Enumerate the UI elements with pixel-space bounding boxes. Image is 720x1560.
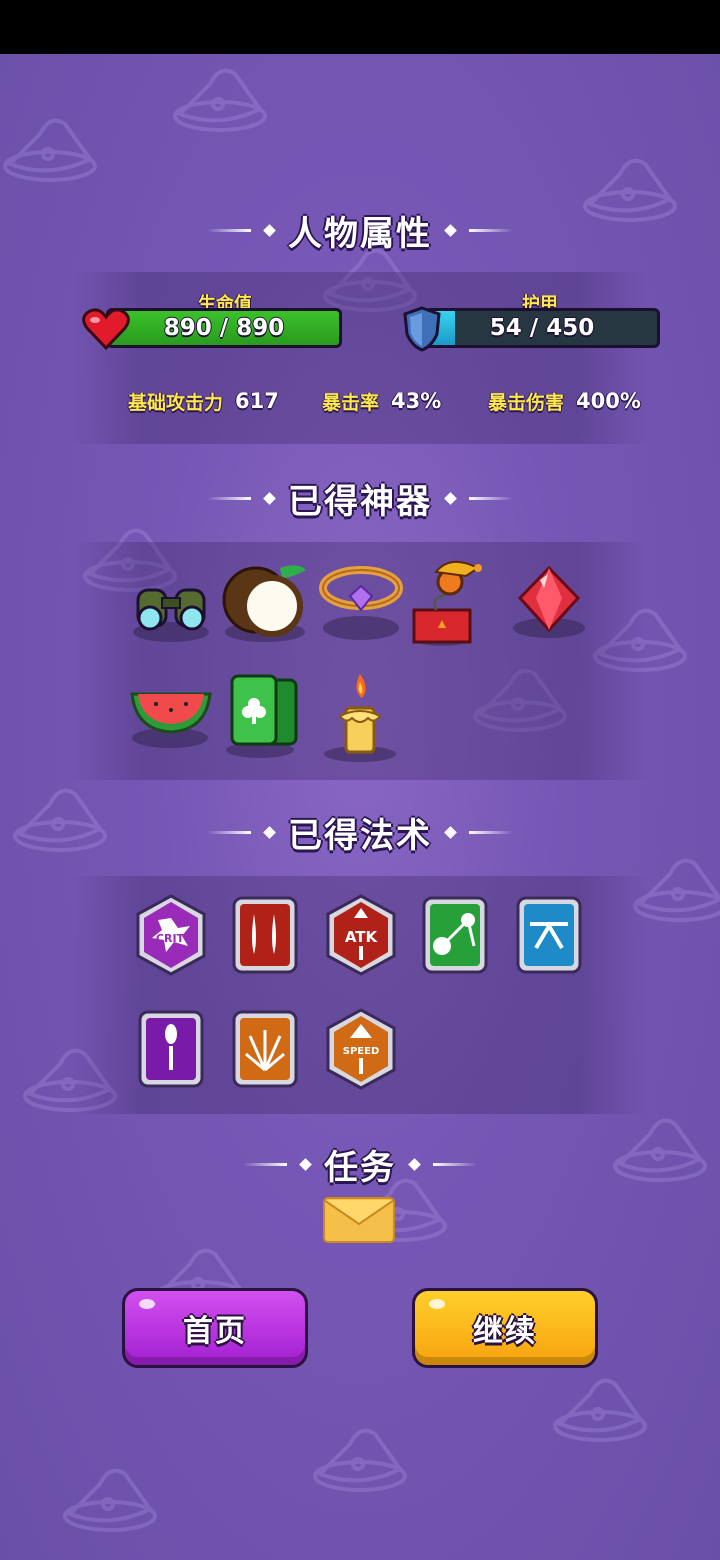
health-bar: 890 / 890 [106, 308, 342, 348]
candle-icon[interactable] [316, 672, 406, 762]
double-claw-spell-icon[interactable] [220, 890, 310, 980]
continue-button[interactable]: 继续 [412, 1288, 598, 1368]
armor-value: 54 / 450 [489, 315, 595, 341]
bounce-skull-spell-icon[interactable] [410, 890, 500, 980]
spells-title: 已得法术 [0, 802, 720, 862]
atk-up-spell-icon[interactable]: ATK [316, 890, 406, 980]
svg-text:CRIT: CRIT [156, 932, 185, 945]
continue-button-label: 继续 [473, 1314, 537, 1349]
home-button-label: 首页 [183, 1314, 247, 1349]
svg-text:SPEED: SPEED [343, 1046, 380, 1057]
coconut-icon[interactable] [220, 556, 310, 646]
speed-up-spell-icon[interactable]: SPEED [316, 1004, 406, 1094]
heart-icon [82, 308, 130, 350]
attributes-title: 人物属性 [0, 200, 720, 260]
piercing-shot-spell-icon[interactable] [126, 1004, 216, 1094]
armor-bar: 54 / 450 [424, 308, 660, 348]
stat-crit-damage: 暴击伤害 400% [488, 389, 641, 414]
binoculars-icon[interactable] [126, 560, 216, 650]
home-button[interactable]: 首页 [122, 1288, 308, 1368]
clover-card-icon[interactable] [222, 670, 312, 760]
spread-shot-spell-icon[interactable] [220, 1004, 310, 1094]
status-bar [0, 0, 720, 54]
artifacts-title: 已得神器 [0, 468, 720, 528]
crit-spell-icon[interactable]: CRIT [126, 890, 216, 980]
split-shot-spell-icon[interactable] [504, 890, 594, 980]
stat-base-attack: 基础攻击力 617 [128, 389, 279, 414]
envelope-icon[interactable] [322, 1196, 396, 1244]
tasks-title: 任务 [0, 1134, 720, 1194]
gem-bracelet-icon[interactable] [316, 556, 406, 646]
ruby-icon[interactable] [504, 558, 594, 648]
stat-crit-rate: 暴击率 43% [322, 389, 442, 414]
svg-text:ATK: ATK [345, 928, 379, 946]
health-value: 890 / 890 [163, 315, 285, 341]
shield-icon [403, 306, 441, 352]
jack-in-the-box-icon[interactable] [406, 558, 496, 648]
watermelon-icon[interactable] [126, 670, 216, 760]
